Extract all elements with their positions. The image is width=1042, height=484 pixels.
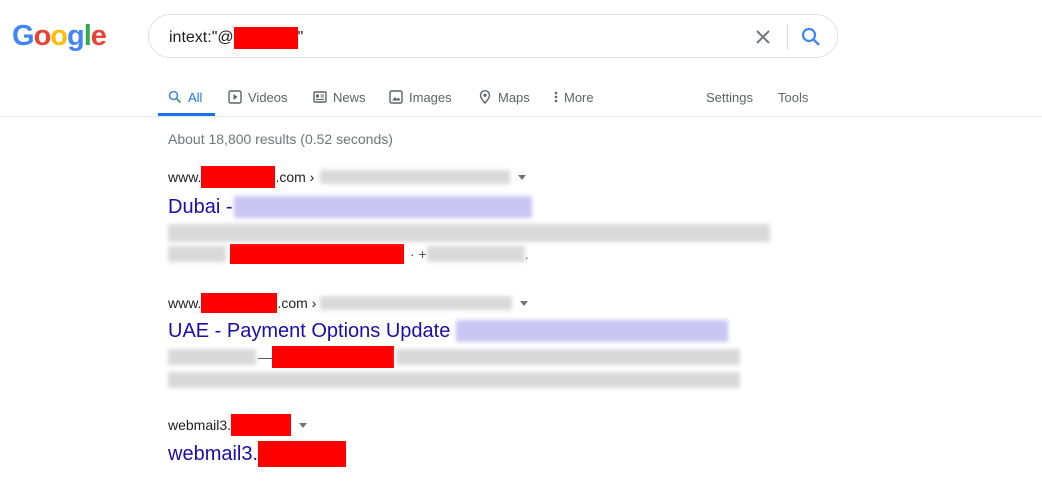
redaction-box bbox=[201, 293, 278, 313]
search-result: webmail3. webmail3. bbox=[168, 414, 347, 467]
logo-letter-g2: g bbox=[67, 20, 85, 52]
cite-prefix: www. bbox=[168, 169, 202, 185]
redaction-box bbox=[272, 346, 394, 368]
query-prefix: intext:"@ bbox=[169, 29, 234, 46]
tab-images-label: Images bbox=[409, 89, 452, 105]
result-snippet bbox=[168, 224, 770, 242]
blurred-phone bbox=[426, 246, 525, 262]
search-result: www. .com › Dubai - · + . bbox=[168, 166, 770, 264]
tools-link[interactable]: Tools bbox=[778, 78, 808, 116]
play-icon bbox=[228, 90, 242, 104]
cite-prefix: www. bbox=[168, 295, 202, 311]
redaction-box bbox=[258, 441, 347, 467]
cite-suffix: .com › bbox=[275, 169, 315, 185]
search-box[interactable]: intext:"@ " bbox=[148, 14, 838, 58]
tab-more[interactable]: More bbox=[554, 78, 594, 116]
tools-label: Tools bbox=[778, 89, 809, 105]
result-url[interactable]: webmail3. bbox=[168, 414, 346, 436]
close-icon bbox=[756, 30, 770, 44]
settings-label: Settings bbox=[706, 89, 753, 105]
blurred-snippet bbox=[396, 349, 740, 365]
logo-letter-g: G bbox=[12, 20, 35, 52]
blurred-path bbox=[320, 296, 513, 310]
image-icon bbox=[389, 90, 403, 104]
result-stats: About 18,800 results (0.52 seconds) bbox=[168, 131, 393, 147]
query-suffix: " bbox=[297, 29, 304, 46]
result-snippet: · + . bbox=[168, 244, 770, 264]
snippet-end: . bbox=[524, 246, 529, 262]
blurred-snippet-line bbox=[168, 224, 770, 242]
active-tab-indicator bbox=[158, 113, 215, 116]
search-result: www. .com › UAE - Payment Options Update … bbox=[168, 292, 740, 388]
dropdown-arrow-icon[interactable] bbox=[520, 300, 529, 306]
title-text: Dubai - bbox=[168, 195, 233, 218]
tab-all-label: All bbox=[188, 89, 203, 105]
tab-more-label: More bbox=[564, 89, 594, 105]
snippet-separator: — bbox=[258, 349, 272, 365]
more-vert-icon bbox=[554, 91, 558, 103]
search-tabs: All Videos News Images Maps More Setting… bbox=[0, 78, 1042, 117]
tab-all[interactable]: All bbox=[168, 78, 202, 116]
result-title[interactable]: webmail3. bbox=[168, 441, 347, 467]
logo-letter-e: e bbox=[90, 20, 107, 52]
result-snippet: — bbox=[168, 346, 740, 368]
result-snippet bbox=[168, 372, 740, 388]
title-text: webmail3. bbox=[168, 442, 259, 465]
tab-news-label: News bbox=[333, 89, 366, 105]
blurred-snippet bbox=[168, 349, 256, 365]
logo-letter-l: l bbox=[83, 20, 92, 52]
redaction-box bbox=[231, 414, 292, 436]
dropdown-arrow-icon[interactable] bbox=[518, 174, 527, 180]
search-icon bbox=[801, 27, 820, 46]
redaction-box bbox=[230, 244, 404, 264]
blurred-snippet-line bbox=[168, 372, 740, 388]
result-title[interactable]: UAE - Payment Options Update bbox=[168, 318, 740, 344]
map-pin-icon bbox=[479, 90, 491, 104]
redaction-box bbox=[233, 27, 298, 49]
title-text: UAE - Payment Options Update bbox=[168, 319, 451, 342]
tab-maps-label: Maps bbox=[498, 89, 530, 105]
cite-suffix: .com › bbox=[277, 295, 317, 311]
tab-videos[interactable]: Videos bbox=[228, 78, 288, 116]
search-icon bbox=[168, 90, 182, 104]
newspaper-icon bbox=[313, 91, 327, 103]
search-divider bbox=[787, 24, 788, 50]
result-url[interactable]: www. .com › bbox=[168, 292, 740, 314]
clear-button[interactable] bbox=[749, 23, 777, 51]
tab-videos-label: Videos bbox=[248, 89, 288, 105]
blurred-path bbox=[320, 170, 511, 184]
tab-maps[interactable]: Maps bbox=[478, 78, 530, 116]
result-url[interactable]: www. .com › bbox=[168, 166, 770, 188]
cite-prefix: webmail3. bbox=[168, 417, 232, 433]
result-title[interactable]: Dubai - bbox=[168, 194, 770, 220]
snippet-separator: · + bbox=[410, 246, 427, 262]
blurred-snippet bbox=[168, 246, 226, 262]
tab-images[interactable]: Images bbox=[389, 78, 452, 116]
search-input[interactable]: intext:"@ " bbox=[169, 27, 303, 49]
blurred-title bbox=[234, 196, 533, 218]
redaction-box bbox=[201, 166, 276, 188]
tab-news[interactable]: News bbox=[313, 78, 366, 116]
logo-letter-o1: o bbox=[33, 20, 52, 52]
dropdown-arrow-icon[interactable] bbox=[299, 422, 308, 428]
settings-link[interactable]: Settings bbox=[706, 78, 753, 116]
google-logo[interactable]: Google bbox=[12, 20, 107, 53]
search-button[interactable] bbox=[797, 23, 825, 51]
blurred-title bbox=[456, 320, 729, 342]
logo-letter-o2: o bbox=[50, 20, 68, 52]
